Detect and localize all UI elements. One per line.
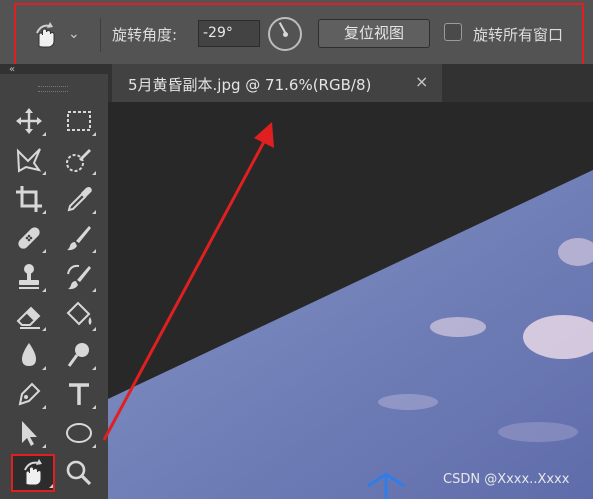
rotate-view-tool[interactable]	[11, 454, 55, 492]
pen-icon	[18, 382, 41, 406]
eyedropper-icon	[67, 187, 92, 212]
paint-bucket-tool[interactable]	[62, 299, 96, 333]
document-canvas[interactable]	[108, 102, 593, 499]
eraser-icon	[16, 306, 41, 329]
quick-selection-icon	[66, 149, 91, 172]
lasso-tool[interactable]	[12, 143, 46, 177]
highlight-box-options-bar	[14, 3, 584, 69]
type-tool[interactable]	[62, 377, 96, 411]
quick-selection-tool[interactable]	[62, 143, 96, 177]
crop-tool[interactable]	[12, 182, 46, 216]
pen-tool[interactable]	[12, 377, 46, 411]
bandage-icon	[18, 227, 40, 249]
eyedropper-tool[interactable]	[62, 182, 96, 216]
document-tab[interactable]: 5月黄昏副本.jpg @ 71.6%(RGB/8) ×	[112, 64, 442, 102]
history-brush-tool[interactable]	[62, 260, 96, 294]
lasso-icon	[16, 148, 42, 173]
rectangular-marquee-tool[interactable]	[62, 104, 96, 138]
move-tool[interactable]	[12, 104, 46, 138]
bucket-icon	[66, 301, 92, 326]
zoom-tool[interactable]	[62, 456, 96, 490]
crop-icon	[16, 186, 42, 212]
stamp-icon	[19, 264, 39, 289]
rotated-image	[108, 170, 593, 499]
document-tab-title: 5月黄昏副本.jpg @ 71.6%(RGB/8)	[128, 76, 372, 94]
tools-panel	[0, 74, 108, 499]
close-icon[interactable]: ×	[415, 72, 428, 91]
healing-brush-tool[interactable]	[12, 221, 46, 255]
arrow-icon	[22, 421, 37, 446]
ellipse-tool[interactable]	[62, 416, 96, 450]
watermark: CSDN @Xxxx..Xxxx	[443, 472, 570, 487]
options-bar: ⌄ 旋转角度: -29° 复位视图 旋转所有窗口	[0, 0, 593, 69]
image-photo	[108, 170, 593, 499]
panel-grip[interactable]	[38, 86, 68, 92]
magnifier-icon	[66, 460, 92, 486]
history-brush-icon	[67, 264, 91, 290]
brush-icon	[67, 226, 91, 251]
rotate-view-icon	[24, 459, 42, 486]
path-selection-tool[interactable]	[12, 416, 46, 450]
drop-icon	[22, 343, 36, 366]
blur-tool[interactable]	[12, 338, 46, 372]
clone-stamp-tool[interactable]	[12, 260, 46, 294]
move-icon	[16, 108, 42, 134]
dodge-icon	[67, 343, 89, 367]
type-icon	[69, 383, 89, 405]
dodge-tool[interactable]	[62, 338, 96, 372]
marquee-icon	[67, 111, 91, 131]
brush-tool[interactable]	[62, 221, 96, 255]
eraser-tool[interactable]	[12, 299, 46, 333]
ellipse-icon	[66, 423, 92, 443]
